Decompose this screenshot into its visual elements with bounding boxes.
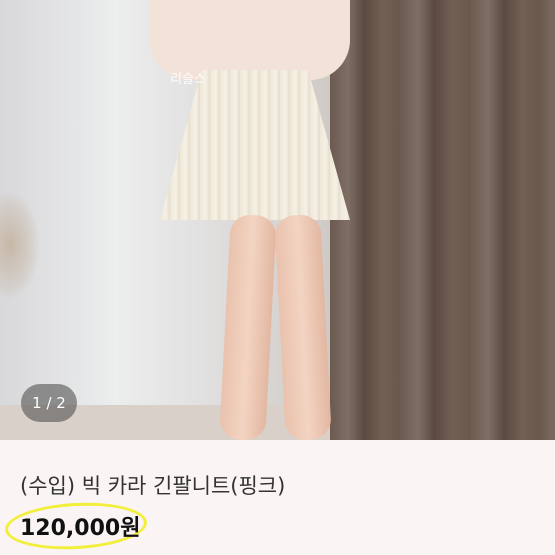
image-watermark: 리슬스 [170, 72, 206, 87]
model-leg-left [219, 213, 277, 440]
image-counter-badge: 1 / 2 [21, 384, 77, 422]
product-title: (수입) 빅 카라 긴팔니트(핑크) [20, 474, 286, 498]
product-image[interactable]: 리슬스 1 / 2 [0, 0, 555, 440]
model-skirt [160, 70, 350, 220]
product-price: 120,000원 [20, 516, 141, 541]
model-figure [130, 0, 380, 440]
photo-plant [0, 190, 40, 300]
model-leg-right [274, 213, 332, 440]
